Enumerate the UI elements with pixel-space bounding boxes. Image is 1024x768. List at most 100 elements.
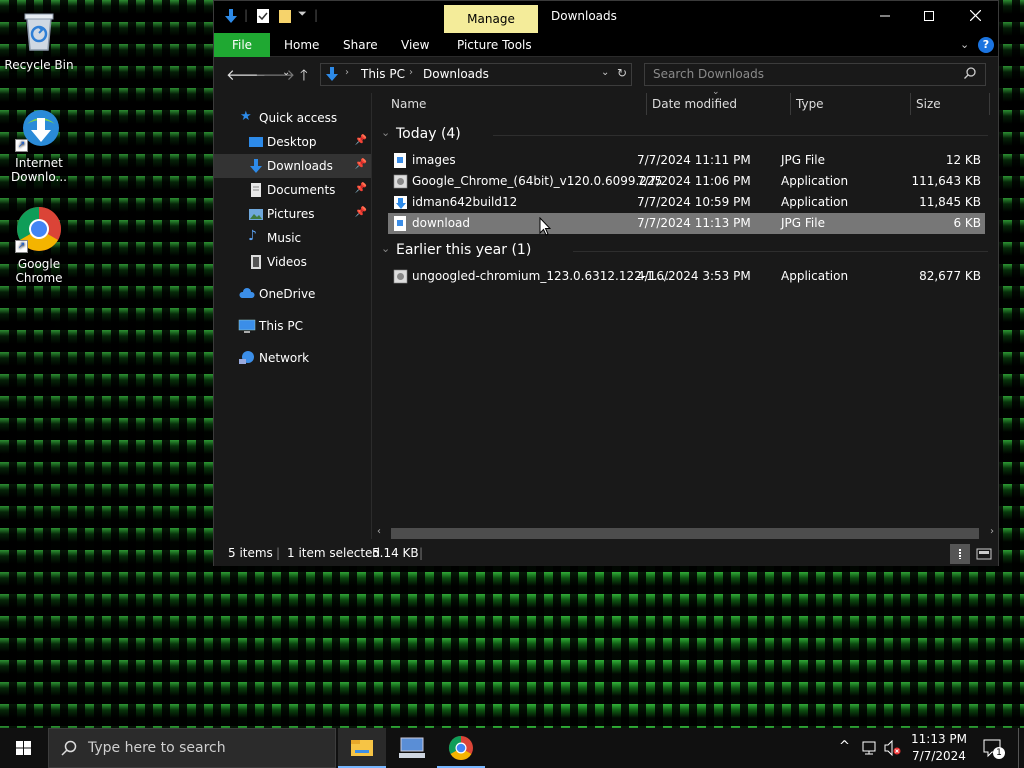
address-row: 🡐 🡒 ⌄ 🡑 › This PC › Downloads ⌄ ↻ Search… (214, 57, 998, 93)
videos-folder-icon (248, 254, 264, 270)
taskbar-chrome[interactable] (437, 728, 485, 768)
file-name: download (412, 216, 471, 230)
new-folder-icon[interactable] (278, 8, 292, 27)
tab-file[interactable]: File (214, 33, 270, 57)
scroll-left-arrow-icon[interactable]: ‹ (377, 526, 381, 537)
windows-logo-icon (16, 741, 31, 755)
column-divider[interactable] (910, 93, 911, 115)
monitor-keyboard-icon (399, 737, 425, 758)
network-status-icon[interactable] (862, 740, 880, 759)
nav-item-downloads[interactable]: Downloads 📌 (214, 154, 371, 178)
network-icon (238, 350, 254, 366)
music-note-icon: ♪ (248, 228, 257, 244)
clock[interactable]: 11:13 PM 7/7/2024 (910, 732, 968, 763)
desktop-icon-internet-download-manager[interactable]: ↗ Internet Downlo... (1, 104, 77, 184)
nav-item-documents[interactable]: Documents 📌 (214, 178, 371, 202)
nav-item-this-pc[interactable]: This PC (214, 314, 371, 338)
recent-locations-chevron-icon[interactable]: ⌄ (282, 67, 290, 78)
tab-share[interactable]: Share (343, 33, 378, 57)
column-divider[interactable] (989, 93, 990, 115)
breadcrumb-downloads[interactable]: Downloads (423, 67, 489, 81)
maximize-button[interactable] (906, 1, 952, 31)
show-hidden-icons-chevron-icon[interactable]: ^ (839, 739, 850, 754)
tab-home[interactable]: Home (284, 33, 319, 57)
nav-item-network[interactable]: Network (214, 346, 371, 370)
tab-view[interactable]: View (401, 33, 429, 57)
column-header-type[interactable]: Type (796, 97, 824, 111)
file-date: 7/7/2024 11:06 PM (637, 174, 751, 188)
file-type: JPG File (781, 153, 825, 167)
file-row-idman[interactable]: idman642build12 7/7/2024 10:59 PM Applic… (388, 192, 985, 213)
nav-item-pictures[interactable]: Pictures 📌 (214, 202, 371, 226)
file-date: 7/7/2024 10:59 PM (637, 195, 751, 209)
file-size: 111,643 KB (911, 174, 981, 188)
breadcrumb-separator-icon: › (409, 67, 413, 78)
group-header-earlier-this-year[interactable]: Earlier this year (1) (396, 242, 531, 258)
status-selected-count: 1 item selected (287, 546, 381, 560)
title-bar[interactable]: | ⏷ | Manage Downloads (214, 1, 998, 33)
file-size: 12 KB (945, 153, 981, 167)
scrollbar-thumb[interactable] (391, 528, 979, 539)
maximize-icon (924, 11, 934, 21)
expand-ribbon-chevron-icon[interactable]: ⌄ (960, 33, 969, 57)
nav-item-videos[interactable]: Videos (214, 250, 371, 274)
breadcrumb-this-pc[interactable]: This PC (361, 67, 405, 81)
taskbar-network-app[interactable] (388, 728, 436, 768)
horizontal-scrollbar[interactable]: ‹ › (373, 525, 998, 542)
search-input[interactable]: Search Downloads (644, 63, 986, 86)
nav-label: OneDrive (259, 287, 316, 301)
idm-icon: ↗ (15, 104, 63, 152)
column-divider[interactable] (790, 93, 791, 115)
desktop-icon-google-chrome[interactable]: ↗ Google Chrome (1, 205, 77, 285)
file-row-ungoogled-chromium[interactable]: ungoogled-chromium_123.0.6312.122-1.... … (388, 266, 985, 287)
nav-item-quick-access[interactable]: ★ Quick access (214, 106, 371, 130)
details-view-button[interactable] (950, 544, 970, 564)
jpg-file-icon (393, 215, 408, 232)
address-bar[interactable]: › This PC › Downloads ⌄ ↻ (320, 63, 632, 86)
file-row-download[interactable]: download 7/7/2024 11:13 PM JPG File 6 KB (388, 213, 985, 234)
properties-icon[interactable] (256, 8, 270, 27)
pin-icon: 📌 (354, 159, 367, 170)
group-collapse-chevron-icon[interactable]: ⌄ (381, 126, 390, 139)
taskbar-search-box[interactable]: Type here to search (48, 728, 336, 768)
file-name: images (412, 153, 456, 167)
group-header-today[interactable]: Today (4) (396, 126, 461, 142)
pin-icon: 📌 (354, 183, 367, 194)
column-divider[interactable] (646, 93, 647, 115)
file-date: 4/16/2024 3:53 PM (637, 269, 751, 283)
column-header-name[interactable]: Name (391, 97, 426, 111)
close-button[interactable] (952, 1, 998, 31)
file-explorer-icon (351, 740, 373, 756)
file-type: JPG File (781, 216, 825, 230)
computer-icon (238, 318, 256, 334)
help-button[interactable]: ? (978, 37, 994, 53)
taskbar-file-explorer[interactable] (338, 728, 386, 768)
recycle-bin-icon (15, 6, 63, 54)
group-collapse-chevron-icon[interactable]: ⌄ (381, 242, 390, 255)
start-button[interactable] (0, 728, 48, 768)
nav-label: Downloads (267, 159, 333, 173)
nav-item-music[interactable]: ♪ Music (214, 226, 371, 250)
file-row-images[interactable]: images 7/7/2024 11:11 PM JPG File 12 KB (388, 150, 985, 171)
show-desktop-button[interactable] (1018, 728, 1019, 768)
action-center-button[interactable]: 1 (982, 738, 1005, 761)
scroll-right-arrow-icon[interactable]: › (990, 526, 994, 537)
divider: | (276, 546, 281, 560)
desktop-icon-recycle-bin[interactable]: Recycle Bin (1, 6, 77, 72)
tab-picture-tools[interactable]: Picture Tools (457, 33, 532, 57)
volume-muted-icon[interactable] (884, 739, 902, 759)
refresh-icon[interactable]: ↻ (617, 66, 627, 80)
clock-time: 11:13 PM (911, 732, 967, 746)
up-arrow-icon[interactable]: 🡑 (300, 65, 308, 90)
customize-toolbar-icon[interactable]: ⏷ (298, 7, 307, 21)
minimize-button[interactable] (862, 1, 908, 31)
large-icons-view-button[interactable] (974, 544, 994, 564)
nav-item-desktop[interactable]: Desktop 📌 (214, 130, 371, 154)
application-icon (393, 173, 408, 190)
address-dropdown-chevron-icon[interactable]: ⌄ (601, 67, 609, 78)
tab-manage[interactable]: Manage (444, 5, 538, 33)
column-header-size[interactable]: Size (916, 97, 941, 111)
column-header-date[interactable]: Date modified (652, 97, 737, 111)
file-row-google-chrome-installer[interactable]: Google_Chrome_(64bit)_v120.0.6099.225 7/… (388, 171, 985, 192)
nav-item-onedrive[interactable]: OneDrive (214, 282, 371, 306)
